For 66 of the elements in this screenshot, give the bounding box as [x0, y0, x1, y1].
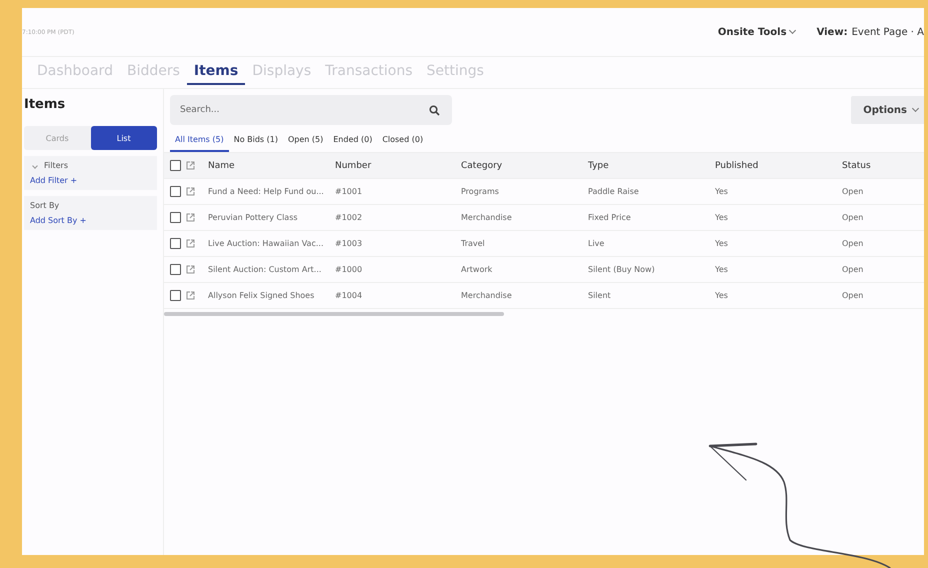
sort-by-label: Sort By [30, 201, 60, 210]
table-cell-text: Fund a Need: Help Fund ou... [208, 187, 325, 196]
row-checkbox[interactable] [170, 238, 181, 249]
filter-tab[interactable]: Closed (0) [377, 135, 428, 152]
view-label: View: [816, 26, 848, 38]
table-cell-text: Yes [715, 187, 729, 196]
edit-icon[interactable] [186, 213, 195, 222]
search-field[interactable]: Search... [170, 95, 452, 125]
table-cell-text: Yes [715, 239, 729, 248]
table-cell-text: Silent (Buy Now) [588, 265, 656, 274]
select-all-checkbox[interactable] [170, 160, 181, 171]
filter-tab[interactable]: Ended (0) [328, 135, 378, 152]
row-checkbox[interactable] [170, 212, 181, 223]
table-cell-text: Yes [715, 213, 729, 222]
edit-icon[interactable] [186, 239, 195, 248]
table-cell-text: Programs [461, 187, 500, 196]
table-cell-text: Allyson Felix Signed Shoes [208, 291, 316, 300]
table-cell-text: Live [588, 239, 606, 248]
filter-tab[interactable]: No Bids (1) [228, 135, 283, 152]
view-toggle-option[interactable]: List [90, 126, 157, 150]
table-cell-text: #1004 [335, 291, 364, 300]
table-cell-text: #1001 [335, 187, 364, 196]
table-cell-text: Artwork [461, 265, 494, 274]
filter-tab[interactable]: Open (5) [282, 135, 328, 152]
nav-tab[interactable]: Items [186, 57, 246, 85]
column-header: Type [588, 160, 610, 170]
table-cell-text: Open [842, 291, 864, 300]
table-cell-text: Open [842, 213, 864, 222]
table-cell-text: Silent Auction: Custom Art... [208, 265, 322, 274]
table-cell-text: Open [842, 239, 864, 248]
options-button[interactable]: Options [851, 96, 924, 124]
table-cell-text: #1000 [335, 265, 364, 274]
table-cell-text: Peruvian Pottery Class [208, 213, 299, 222]
add-sort-link[interactable]: Add Sort By + [30, 216, 151, 225]
scrollbar-thumb[interactable] [164, 312, 504, 316]
table-cell-text: Travel [461, 239, 486, 248]
table-cell-text: Yes [715, 265, 729, 274]
column-header: Status [842, 160, 872, 170]
table-cell-text: Fixed Price [588, 213, 632, 222]
table-cell-text: Yes [715, 291, 729, 300]
table-cell-text: Live Auction: Hawaiian Vac... [208, 239, 324, 248]
sidebar-title: Items [24, 97, 66, 112]
table-cell-text: Paddle Raise [588, 187, 640, 196]
view-value[interactable]: Event Page · A [852, 26, 924, 38]
column-header: Name [208, 160, 236, 170]
add-filter-link[interactable]: Add Filter + [30, 176, 151, 185]
column-header: Category [461, 160, 504, 170]
filters-label: Filters [44, 161, 68, 170]
edit-icon[interactable] [186, 291, 195, 300]
table-cell-text: #1002 [335, 213, 364, 222]
row-checkbox[interactable] [170, 290, 181, 301]
edit-icon[interactable] [186, 161, 195, 170]
column-header: Published [715, 160, 760, 170]
row-checkbox[interactable] [170, 264, 181, 275]
onsite-tools-dropdown[interactable]: Onsite Tools [718, 26, 795, 38]
table-cell-text: Merchandise [461, 213, 513, 222]
column-header: Number [335, 160, 372, 170]
table-cell-text: Open [842, 187, 864, 196]
row-checkbox[interactable] [170, 186, 181, 197]
edit-icon[interactable] [186, 187, 195, 196]
table-cell-text: Silent [588, 291, 612, 300]
search-icon [429, 105, 440, 116]
table-cell-text: Open [842, 265, 864, 274]
table-cell-text: #1003 [335, 239, 364, 248]
table-cell-text: Merchandise [461, 291, 513, 300]
edit-icon[interactable] [186, 265, 195, 274]
